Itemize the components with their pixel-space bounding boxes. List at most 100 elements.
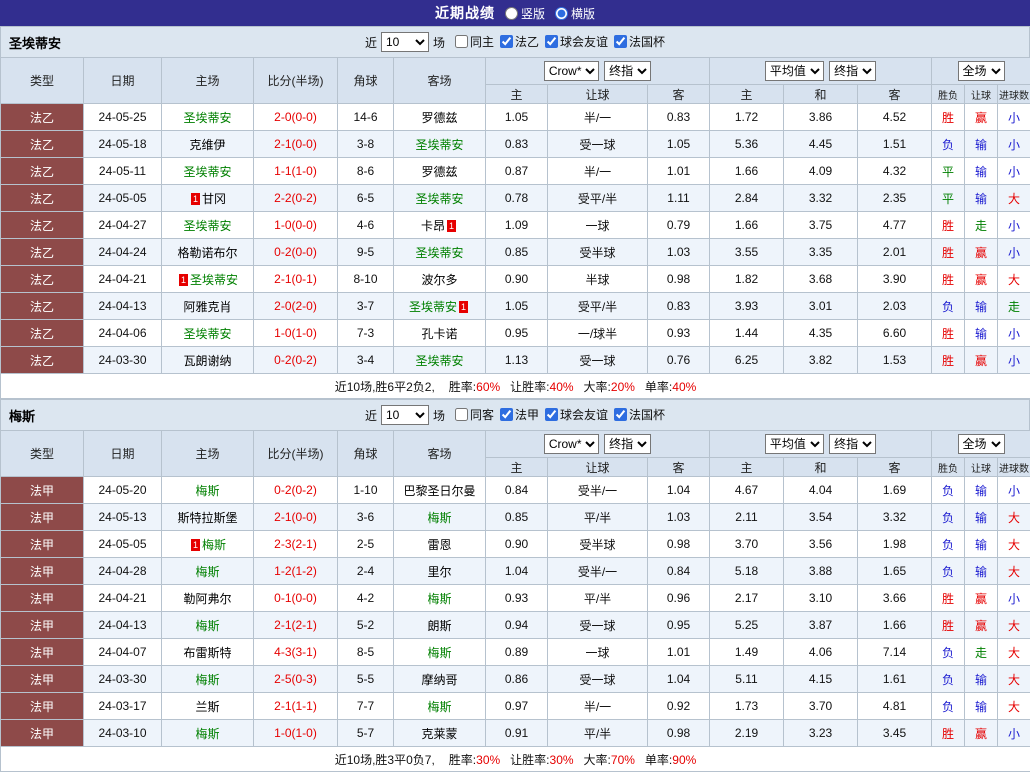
result-cell: 输 <box>965 531 998 558</box>
result-cell: 大 <box>998 185 1030 212</box>
match-row: 法乙24-05-11圣埃蒂安1-1(1-0)8-6罗德兹0.87半/一1.011… <box>1 158 1030 185</box>
col-header-asian-away: 客 <box>648 85 710 104</box>
summary-stat-value: 90% <box>672 753 696 767</box>
asian-odds-cell: 受平/半 <box>548 293 648 320</box>
asian-odds-cell: 1.05 <box>486 104 548 131</box>
vertical-layout-radio[interactable] <box>505 7 518 20</box>
filter-option[interactable]: 同主 <box>455 33 494 50</box>
away-team-link[interactable]: 圣埃蒂安 <box>415 246 463 260</box>
home-team-link[interactable]: 梅斯 <box>195 484 219 498</box>
result-scope-select[interactable]: 全场 <box>958 434 1005 454</box>
filter-checkbox[interactable] <box>545 35 558 48</box>
away-team-link[interactable]: 圣埃蒂安 <box>409 300 457 314</box>
page-title: 近期战绩 <box>435 3 495 23</box>
away-team-link[interactable]: 巴黎圣日尔曼 <box>403 484 475 498</box>
result-cell: 小 <box>998 320 1030 347</box>
home-team-link[interactable]: 瓦朗谢纳 <box>183 354 231 368</box>
away-team-link[interactable]: 梅斯 <box>427 700 451 714</box>
result-cell: 胜 <box>932 347 965 374</box>
home-team-link[interactable]: 勒阿弗尔 <box>183 592 231 606</box>
filter-option[interactable]: 法国杯 <box>614 33 665 50</box>
away-team-link[interactable]: 孔卡诺 <box>421 327 457 341</box>
home-team-link[interactable]: 梅斯 <box>195 565 219 579</box>
asian-index-select[interactable]: 终指 <box>604 61 651 81</box>
asian-odds-cell: 半/一 <box>548 693 648 720</box>
score-cell: 0-2(0-2) <box>254 477 338 504</box>
away-team-link[interactable]: 梅斯 <box>427 592 451 606</box>
result-scope-select[interactable]: 全场 <box>958 61 1005 81</box>
away-team-link[interactable]: 梅斯 <box>427 511 451 525</box>
away-team-link[interactable]: 圣埃蒂安 <box>415 192 463 206</box>
home-team-link[interactable]: 圣埃蒂安 <box>183 327 231 341</box>
home-team-link[interactable]: 斯特拉斯堡 <box>177 511 237 525</box>
match-count-select[interactable]: 10 <box>381 32 429 52</box>
away-team-link[interactable]: 梅斯 <box>427 646 451 660</box>
match-count-select[interactable]: 10 <box>381 405 429 425</box>
col-header-asian-home: 主 <box>486 85 548 104</box>
result-cell: 大 <box>998 504 1030 531</box>
home-team-link[interactable]: 兰斯 <box>195 700 219 714</box>
euro-odds-cell: 2.19 <box>710 720 784 747</box>
filter-option[interactable]: 法甲 <box>500 406 539 423</box>
summary-record: 近10场,胜3平0负7, <box>335 753 435 767</box>
filter-option[interactable]: 球会友谊 <box>545 33 608 50</box>
layout-option-horizontal[interactable]: 横版 <box>555 5 595 22</box>
home-team-link[interactable]: 圣埃蒂安 <box>183 165 231 179</box>
home-team-link[interactable]: 梅斯 <box>202 538 226 552</box>
home-team-link[interactable]: 圣埃蒂安 <box>183 111 231 125</box>
summary-stat-label: 胜率: <box>449 380 476 394</box>
bookmaker-select[interactable]: Crow* <box>544 61 599 81</box>
filter-option[interactable]: 法乙 <box>500 33 539 50</box>
euro-source-select[interactable]: 平均值 <box>765 61 824 81</box>
layout-option-vertical[interactable]: 竖版 <box>505 5 545 22</box>
filter-checkbox[interactable] <box>614 35 627 48</box>
home-team-link[interactable]: 梅斯 <box>195 727 219 741</box>
home-team-link[interactable]: 格勒诺布尔 <box>177 246 237 260</box>
euro-source-select[interactable]: 平均值 <box>765 434 824 454</box>
col-header-euro-draw: 和 <box>784 85 858 104</box>
home-team-link[interactable]: 圣埃蒂安 <box>183 219 231 233</box>
bookmaker-select[interactable]: Crow* <box>544 434 599 454</box>
home-team-link[interactable]: 克维伊 <box>189 138 225 152</box>
home-team-link[interactable]: 梅斯 <box>195 619 219 633</box>
filter-checkbox[interactable] <box>500 408 513 421</box>
home-team-link[interactable]: 圣埃蒂安 <box>190 273 238 287</box>
away-team-link[interactable]: 里尔 <box>427 565 451 579</box>
euro-index-select[interactable]: 终指 <box>829 61 876 81</box>
away-team-link[interactable]: 卡昂 <box>421 219 445 233</box>
filter-checkbox[interactable] <box>455 408 468 421</box>
away-team-link[interactable]: 罗德兹 <box>421 111 457 125</box>
date-cell: 24-03-30 <box>84 666 162 693</box>
filter-option[interactable]: 法国杯 <box>614 406 665 423</box>
asian-odds-cell: 1.01 <box>648 158 710 185</box>
score-cell: 2-1(0-0) <box>254 504 338 531</box>
horizontal-layout-radio[interactable] <box>555 7 568 20</box>
home-team-link[interactable]: 阿雅克肖 <box>183 300 231 314</box>
filter-checkbox[interactable] <box>500 35 513 48</box>
home-team-link[interactable]: 布雷斯特 <box>183 646 231 660</box>
filter-checkbox[interactable] <box>545 408 558 421</box>
away-team-link[interactable]: 圣埃蒂安 <box>415 138 463 152</box>
filter-option[interactable]: 球会友谊 <box>545 406 608 423</box>
euro-index-select[interactable]: 终指 <box>829 434 876 454</box>
away-team-link[interactable]: 圣埃蒂安 <box>415 354 463 368</box>
home-team-link[interactable]: 梅斯 <box>195 673 219 687</box>
away-team-link[interactable]: 摩纳哥 <box>421 673 457 687</box>
home-team-link[interactable]: 甘冈 <box>202 192 226 206</box>
asian-index-select[interactable]: 终指 <box>604 434 651 454</box>
away-team-link[interactable]: 波尔多 <box>421 273 457 287</box>
filter-checkbox[interactable] <box>455 35 468 48</box>
league-cell: 法甲 <box>1 477 84 504</box>
away-team-link[interactable]: 朗斯 <box>427 619 451 633</box>
filter-option[interactable]: 同客 <box>455 406 494 423</box>
filter-checkbox[interactable] <box>614 408 627 421</box>
corners-cell: 7-7 <box>338 693 394 720</box>
league-cell: 法乙 <box>1 239 84 266</box>
away-team-link[interactable]: 克莱蒙 <box>421 727 457 741</box>
corners-cell: 3-7 <box>338 293 394 320</box>
away-team-link[interactable]: 雷恩 <box>427 538 451 552</box>
euro-odds-cell: 3.82 <box>784 347 858 374</box>
away-team-link[interactable]: 罗德兹 <box>421 165 457 179</box>
topbar: 近期战绩 竖版 横版 <box>0 0 1030 26</box>
away-team-cell: 圣埃蒂安 <box>394 347 486 374</box>
